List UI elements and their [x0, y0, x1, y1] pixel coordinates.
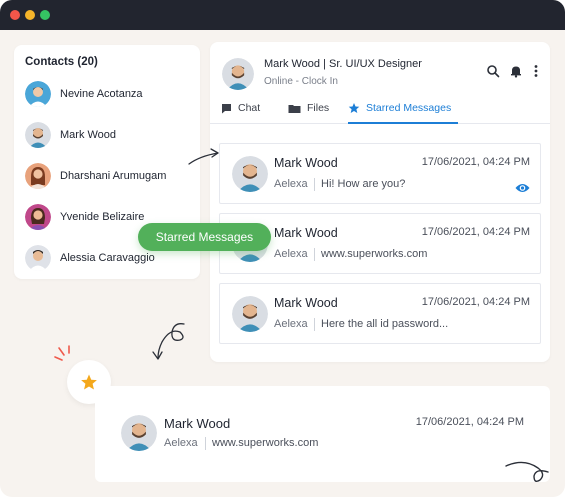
divider [314, 318, 315, 331]
contacts-title: Contacts (20) [25, 56, 98, 68]
avatar [222, 58, 254, 90]
starred-message-item[interactable]: Mark Wood 17/06/2021, 04:24 PM Aelexa He… [219, 283, 541, 344]
message-sender: Aelexa [274, 178, 308, 190]
chat-panel: Mark Wood | Sr. UI/UX Designer Online - … [210, 42, 550, 362]
avatar [232, 296, 268, 332]
message-timestamp: 17/06/2021, 04:24 PM [421, 226, 530, 238]
close-window-button[interactable] [10, 10, 20, 20]
tab-starred-messages[interactable]: Starred Messages [348, 102, 451, 114]
contact-name: Dharshani Arumugam [60, 170, 167, 182]
bell-icon[interactable] [509, 64, 523, 78]
chat-icon [222, 103, 231, 113]
tab-label: Files [307, 102, 330, 114]
message-sender: Aelexa [164, 437, 198, 449]
curved-arrow-icon [188, 148, 219, 165]
tab-chat[interactable]: Chat [221, 102, 260, 114]
message-author: Mark Wood [274, 156, 338, 170]
maximize-window-button[interactable] [40, 10, 50, 20]
tab-label: Chat [238, 102, 261, 114]
chat-contact-status: Online - Clock In [264, 76, 338, 87]
message-timestamp: 17/06/2021, 04:24 PM [421, 156, 530, 168]
minimize-window-button[interactable] [25, 10, 35, 20]
message-timestamp: 17/06/2021, 04:24 PM [415, 416, 524, 428]
featured-starred-message[interactable]: Mark Wood 17/06/2021, 04:24 PM Aelexa ww… [95, 386, 550, 482]
starred-message-item[interactable]: Mark Wood 17/06/2021, 04:24 PM Aelexa Hi… [219, 143, 541, 204]
folder-icon [288, 104, 301, 113]
avatar [25, 163, 51, 189]
sparkle-lines-icon [54, 345, 70, 361]
scribble-icon [505, 461, 549, 483]
divider [314, 248, 315, 261]
message-sender: Aelexa [274, 318, 308, 330]
chat-tabs: Chat Files Starred Messages [210, 94, 550, 124]
active-tab-indicator [348, 122, 458, 124]
message-timestamp: 17/06/2021, 04:24 PM [421, 296, 530, 308]
eye-icon[interactable] [515, 182, 530, 194]
avatar [25, 81, 51, 107]
message-text: www.superworks.com [321, 248, 428, 260]
divider [205, 437, 206, 450]
search-icon[interactable] [486, 64, 500, 78]
tab-label: Starred Messages [366, 102, 452, 114]
contact-name: Alessia Caravaggio [60, 252, 155, 264]
contact-item-mark-wood[interactable]: Mark Wood [25, 121, 195, 149]
star-icon [348, 103, 360, 113]
more-options-icon[interactable] [529, 64, 543, 78]
avatar [25, 245, 51, 271]
avatar [121, 415, 157, 451]
contact-item-dharshani-arumugam[interactable]: Dharshani Arumugam [25, 162, 195, 190]
starred-messages-pill: Starred Messages [138, 223, 271, 251]
chat-contact-name: Mark Wood | Sr. UI/UX Designer [264, 58, 422, 70]
avatar [25, 122, 51, 148]
window-titlebar [0, 0, 565, 30]
message-text: www.superworks.com [212, 437, 319, 449]
divider [314, 178, 315, 191]
tab-files[interactable]: Files [288, 102, 329, 114]
message-text: Hi! How are you? [321, 178, 406, 190]
message-text: Here the all id password... [321, 318, 449, 330]
contact-name: Nevine Acotanza [60, 88, 143, 100]
app-window: Contacts (20) Nevine Acotanza Mark Wood [0, 0, 565, 497]
message-author: Mark Wood [274, 226, 338, 240]
contact-name: Yvenide Belizaire [60, 211, 145, 223]
message-author: Mark Wood [274, 296, 338, 310]
avatar [232, 156, 268, 192]
contact-item-nevine-acotanza[interactable]: Nevine Acotanza [25, 80, 195, 108]
message-sender: Aelexa [274, 248, 308, 260]
avatar [25, 204, 51, 230]
message-author: Mark Wood [164, 416, 231, 431]
loop-arrow-icon [152, 323, 185, 360]
contact-name: Mark Wood [60, 129, 117, 141]
